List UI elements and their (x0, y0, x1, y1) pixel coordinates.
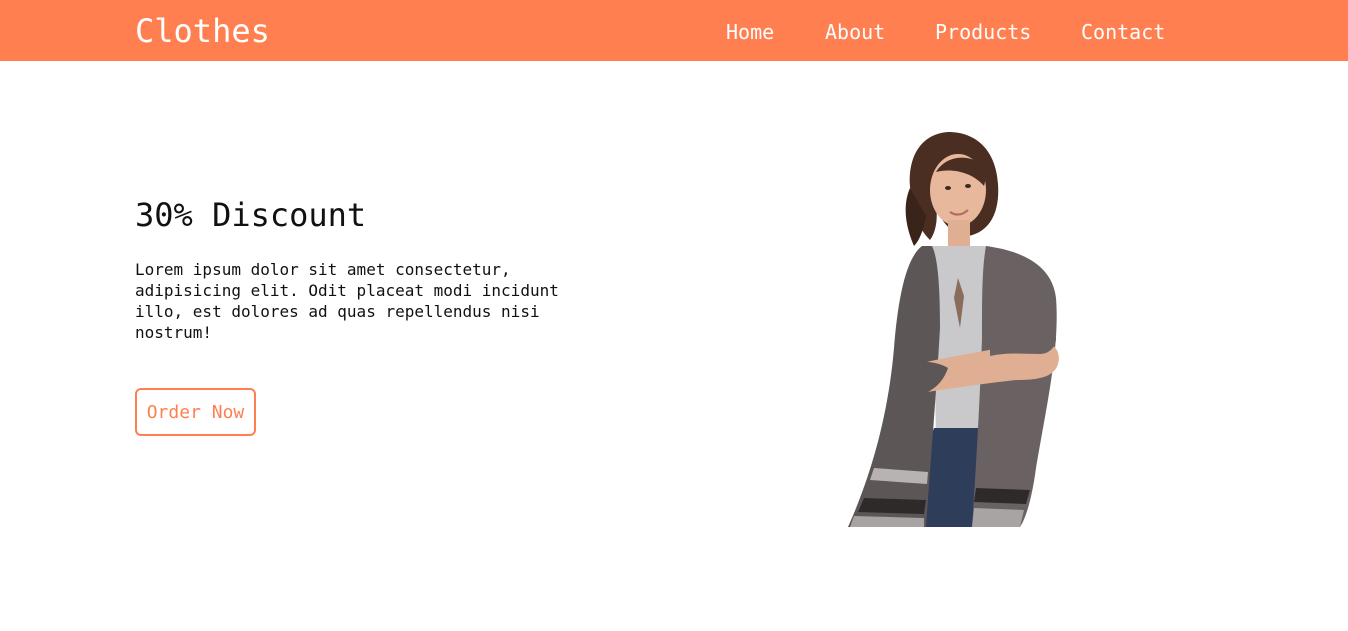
nav-item-contact[interactable]: Contact (1081, 18, 1165, 46)
nav-item-home[interactable]: Home (726, 18, 774, 46)
model-image (848, 132, 1059, 527)
nav-item-about[interactable]: About (825, 18, 885, 46)
order-now-button[interactable]: Order Now (135, 388, 256, 436)
main-nav: Home About Products Contact (0, 18, 1348, 46)
nav-item-products[interactable]: Products (935, 18, 1031, 46)
hero-description: Lorem ipsum dolor sit amet consectetur, … (135, 260, 559, 342)
hero-title: 30% Discount (135, 196, 367, 234)
top-navbar: Clothes Home About Products Contact (0, 0, 1348, 61)
